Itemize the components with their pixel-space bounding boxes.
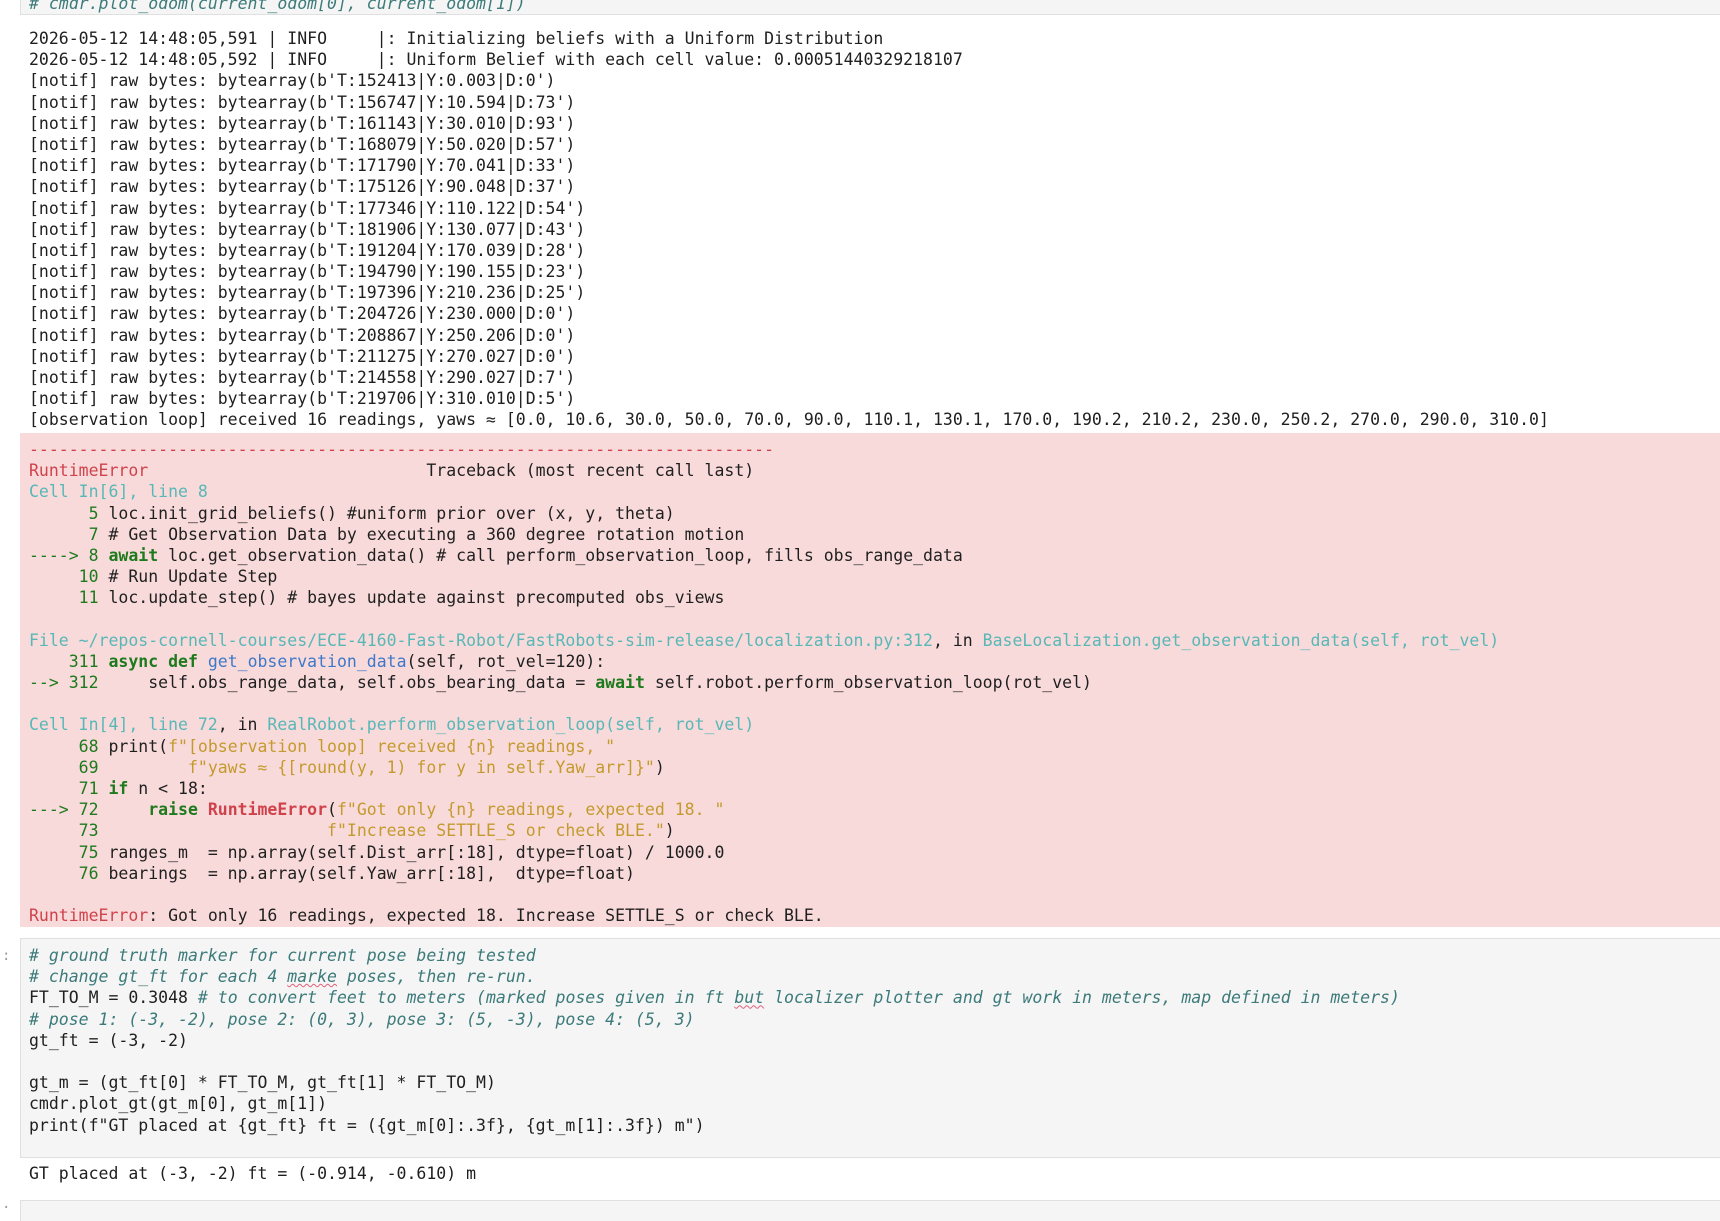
traceback-line: 5 loc.init_grid_beliefs() #uniform prior… (29, 503, 675, 523)
code-line: gt_m = (gt_ft[0] * FT_TO_M, gt_ft[1] * F… (29, 1073, 496, 1093)
traceback-frame-label: Cell In[6], line 8 (29, 482, 208, 502)
traceback-error-name: RuntimeError (29, 461, 149, 481)
traceback-line-current: --> 312 self.obs_range_data, self.obs_be… (29, 673, 1092, 693)
code-cell-editor[interactable]: # ground truth marker for current pose b… (20, 938, 1720, 1158)
cell-prompt-marker: : (2, 948, 11, 964)
traceback-file-link[interactable]: ~/repos-cornell-courses/ECE-4160-Fast-Ro… (79, 631, 933, 650)
code-line: print(f"GT placed at {gt_ft} ft = ({gt_m… (29, 1115, 705, 1135)
log-line: 2026-05-12 14:48:05,592 | INFO |: Unifor… (29, 50, 963, 70)
log-line: [notif] raw bytes: bytearray(b'T:168079|… (29, 134, 576, 154)
traceback-final-message: RuntimeError: Got only 16 readings, expe… (29, 906, 824, 926)
traceback-line: 7 # Get Observation Data by executing a … (29, 524, 745, 544)
traceback-line: 75 ranges_m = np.array(self.Dist_arr[:18… (29, 842, 725, 862)
log-line: [notif] raw bytes: bytearray(b'T:181906|… (29, 219, 586, 239)
log-line: [notif] raw bytes: bytearray(b'T:161143|… (29, 113, 576, 133)
log-line: [notif] raw bytes: bytearray(b'T:211275|… (29, 346, 576, 366)
traceback-line-current: ---> 72 raise RuntimeError(f"Got only {n… (29, 800, 725, 820)
log-line: [notif] raw bytes: bytearray(b'T:219706|… (29, 389, 576, 409)
log-line: [notif] raw bytes: bytearray(b'T:156747|… (29, 92, 576, 112)
code-line: # ground truth marker for current pose b… (29, 946, 536, 965)
log-line: [notif] raw bytes: bytearray(b'T:171790|… (29, 156, 576, 176)
code-line: # pose 1: (-3, -2), pose 2: (0, 3), pose… (29, 1009, 695, 1029)
traceback-line: 11 loc.update_step() # bayes update agai… (29, 588, 725, 608)
log-line: [notif] raw bytes: bytearray(b'T:177346|… (29, 198, 586, 218)
traceback-line: 76 bearings = np.array(self.Yaw_arr[:18]… (29, 863, 635, 883)
log-line: [notif] raw bytes: bytearray(b'T:152413|… (29, 71, 556, 91)
code-line: FT_TO_M = 0.3048 # to convert feet to me… (29, 988, 1400, 1008)
code-line: # change gt_ft for each 4 marke poses, t… (29, 967, 536, 987)
traceback-line: 311 async def get_observation_data(self,… (29, 651, 606, 671)
traceback-line: 10 # Run Update Step (29, 567, 278, 587)
previous-cell-code: # cmdr.plot_odom(current_odom[0], curren… (29, 0, 526, 13)
traceback-header: RuntimeError Traceback (most recent call… (29, 460, 1499, 481)
code-cell-output: GT placed at (-3, -2) ft = (-0.914, -0.6… (29, 1164, 477, 1183)
traceback-line: 71 if n < 18: (29, 779, 208, 798)
traceback-line: 73 f"Increase SETTLE_S or check BLE.") (29, 821, 675, 841)
traceback-header-text: Traceback (most recent call last) (426, 461, 755, 481)
spellcheck-underline: marke (287, 967, 337, 987)
cell-output-log: 2026-05-12 14:48:05,591 | INFO |: Initia… (29, 28, 1549, 431)
traceback-separator: ----------------------------------------… (29, 440, 775, 459)
log-line: [observation loop] received 16 readings,… (29, 410, 1549, 430)
log-line: [notif] raw bytes: bytearray(b'T:204726|… (29, 304, 576, 324)
empty-code-cell[interactable] (20, 1200, 1720, 1221)
traceback-line-current: ----> 8 await loc.get_observation_data()… (29, 545, 963, 565)
log-line: [notif] raw bytes: bytearray(b'T:197396|… (29, 283, 586, 303)
cell-prompt-marker: · (2, 1200, 11, 1216)
traceback-output: ----------------------------------------… (20, 433, 1720, 927)
spellcheck-underline: but (734, 988, 765, 1008)
log-line: [notif] raw bytes: bytearray(b'T:214558|… (29, 368, 576, 387)
log-line: 2026-05-12 14:48:05,591 | INFO |: Initia… (29, 29, 884, 48)
log-line: [notif] raw bytes: bytearray(b'T:208867|… (29, 325, 576, 345)
log-line: [notif] raw bytes: bytearray(b'T:194790|… (29, 262, 586, 282)
traceback-frame-label: Cell In[4], line 72, in RealRobot.perfor… (29, 715, 755, 735)
traceback-line: 68 print(f"[observation loop] received {… (29, 736, 616, 756)
log-line: [notif] raw bytes: bytearray(b'T:191204|… (29, 240, 586, 260)
traceback-line: 69 f"yaws ≈ {[round(y, 1) for y in self.… (29, 757, 665, 777)
code-line: gt_ft = (-3, -2) (29, 1030, 188, 1050)
log-line: [notif] raw bytes: bytearray(b'T:175126|… (29, 177, 576, 197)
traceback-file-label: File ~/repos-cornell-courses/ECE-4160-Fa… (29, 630, 1500, 650)
previous-code-cell[interactable]: # cmdr.plot_odom(current_odom[0], curren… (20, 0, 1720, 15)
code-line: cmdr.plot_gt(gt_m[0], gt_m[1]) (29, 1094, 328, 1114)
